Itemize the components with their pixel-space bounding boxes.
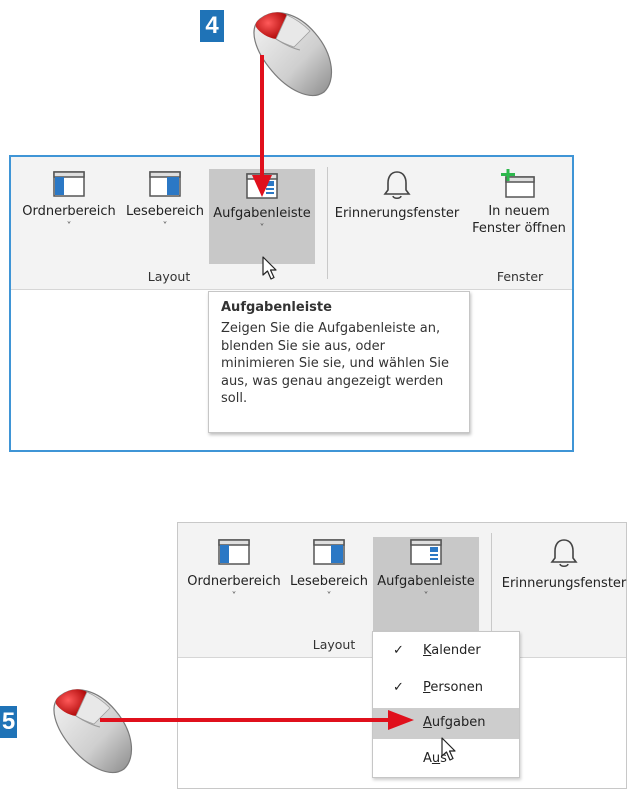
reading-pane-icon [149,171,181,197]
open-new-window-label-line2: Fenster öffnen [472,221,566,236]
folder-pane-button[interactable]: Ordnerbereich ˅ [19,163,119,253]
group-label-window: Fenster [496,269,544,284]
new-window-icon [501,169,535,198]
chevron-down-icon: ˅ [66,221,72,232]
tooltip-title: Aufgabenleiste [221,300,332,315]
instruction-arrow-down [252,55,272,197]
todo-bar-icon [410,539,442,565]
reading-pane-icon [313,539,345,565]
folder-pane-icon [53,171,85,197]
reading-pane-button[interactable]: Lesebereich ˅ [123,163,207,253]
chevron-down-icon: ˅ [423,591,429,602]
reminders-window-button[interactable]: Erinnerungsfenster [333,163,461,253]
chevron-down-icon: ˅ [326,591,332,602]
folder-pane-label: Ordnerbereich [22,204,116,219]
chevron-down-icon: ˅ [231,591,237,602]
reading-pane-label: Lesebereich [289,574,369,589]
folder-pane-label: Ordnerbereich [187,574,281,589]
folder-pane-icon [218,539,250,565]
group-label-layout: Layout [147,269,191,284]
checkmark-icon: ✓ [393,680,404,695]
menu-item-people[interactable]: ✓ Personen [373,673,519,704]
group-separator [491,533,492,647]
mouse-pointer-icon [262,256,277,280]
open-new-window-button[interactable]: In neuem Fenster öffnen [467,163,571,259]
reminders-window-label: Erinnerungsfenster [501,576,627,591]
reading-pane-label: Lesebereich [125,204,205,219]
reminders-window-button[interactable]: Erinnerungsfenster [500,527,627,623]
menu-item-calendar-label: Kalender [423,643,481,658]
todo-bar-tooltip: Aufgabenleiste Zeigen Sie die Aufgabenle… [208,291,470,433]
menu-item-people-label: Personen [423,680,483,695]
menu-item-tasks-label: Aufgaben [423,715,486,730]
chevron-down-icon: ˅ [162,221,168,232]
tooltip-body: Zeigen Sie die Aufgabenleiste an, blende… [221,321,450,406]
chevron-down-icon: ˅ [259,223,265,234]
reading-pane-button[interactable]: Lesebereich ˅ [286,527,372,623]
ribbon-view-tab-top: Ordnerbereich ˅ Lesebereich ˅ Aufgabenle… [11,157,572,290]
group-separator [327,167,328,279]
todo-bar-label: Aufgabenleiste [213,206,311,221]
todo-bar-button[interactable]: Aufgabenleiste ˅ [373,537,479,631]
checkmark-icon: ✓ [393,643,404,658]
menu-item-calendar[interactable]: ✓ Kalender [373,636,519,667]
todo-bar-label: Aufgabenleiste [377,574,475,589]
mouse-pointer-icon [441,737,456,761]
group-label-layout: Layout [312,637,356,652]
step-5-badge: 5 [0,706,17,738]
step-4-badge: 4 [200,10,224,42]
bell-icon [550,539,578,568]
bell-icon [383,171,411,200]
open-new-window-label-line1: In neuem [488,204,550,219]
instruction-arrow-right [100,710,414,730]
reminders-window-label: Erinnerungsfenster [334,206,460,221]
folder-pane-button[interactable]: Ordnerbereich ˅ [184,527,284,623]
